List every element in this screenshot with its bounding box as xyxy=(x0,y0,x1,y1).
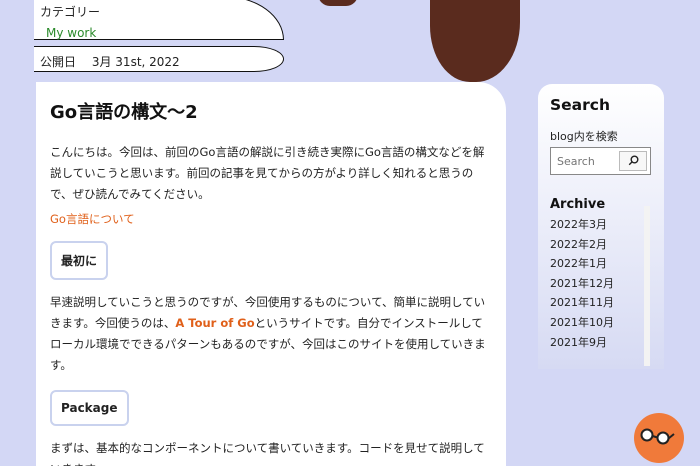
archive-item[interactable]: 2022年1月 xyxy=(550,254,652,274)
archive-item[interactable]: 2021年9月 xyxy=(550,333,652,353)
section-heading-intro: 最初に xyxy=(50,241,109,280)
floating-action-button[interactable] xyxy=(634,413,684,463)
archive-title: Archive xyxy=(550,197,606,212)
glasses-icon xyxy=(634,428,684,466)
search-form xyxy=(550,147,651,175)
paragraph-2: 早速説明していこうと思うのですが、今回使用するものについて、簡単に説明していきま… xyxy=(50,292,490,376)
paragraph-3: まずは、基本的なコンポーネントについて書いていきます。コードを見せて説明していき… xyxy=(50,441,485,466)
archive-item[interactable]: 2022年2月 xyxy=(550,235,652,255)
search-input[interactable] xyxy=(554,151,616,171)
archive-item[interactable]: 2021年11月 xyxy=(550,293,652,313)
archive-item[interactable]: 2021年12月 xyxy=(550,274,652,294)
date-value: 3月 31st, 2022 xyxy=(91,55,180,69)
decorative-drip xyxy=(430,0,520,82)
archive-item[interactable]: 2022年3月 xyxy=(550,215,652,235)
category-label: カテゴリー xyxy=(40,5,101,19)
article-card: Go言語の構文〜2 こんにちは。今回は、前回のGo言語の解説に引き続き実際にGo… xyxy=(36,82,506,466)
decorative-drip-small xyxy=(318,0,358,6)
archive-scrollbar[interactable] xyxy=(644,206,650,366)
search-label: blog内を検索 xyxy=(550,130,618,143)
intro-link[interactable]: Go言語について xyxy=(50,211,490,227)
category-link[interactable]: My work xyxy=(46,26,283,40)
date-tab: 公開日 3月 31st, 2022 xyxy=(34,46,284,72)
search-button[interactable] xyxy=(619,151,647,171)
sidebar: Search blog内を検索 Archive 2022年3月 2022年2月 … xyxy=(538,84,664,369)
section-heading-package: Package xyxy=(50,390,129,426)
archive-list: 2022年3月 2022年2月 2022年1月 2021年12月 2021年11… xyxy=(550,215,652,352)
search-icon xyxy=(628,154,639,169)
category-tab: カテゴリー My work xyxy=(34,0,284,40)
search-title: Search xyxy=(550,96,611,114)
archive-item[interactable]: 2021年10月 xyxy=(550,313,652,333)
date-label: 公開日 xyxy=(40,55,77,69)
intro-paragraph: こんにちは。今回は、前回のGo言語の解説に引き続き実際にGo言語の構文などを解説… xyxy=(50,145,485,201)
tour-of-go-link[interactable]: A Tour of Go xyxy=(175,316,254,330)
post-title: Go言語の構文〜2 xyxy=(50,102,198,123)
